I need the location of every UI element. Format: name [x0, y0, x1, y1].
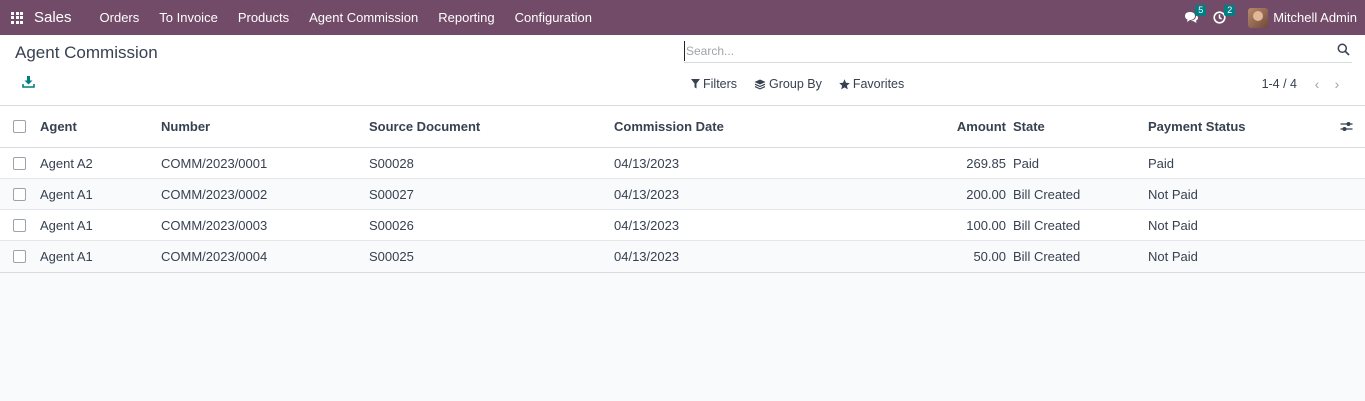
- table-header: Agent Number Source Document Commission …: [0, 106, 1365, 148]
- cell-agent: Agent A1: [40, 186, 93, 202]
- cell-number: COMM/2023/0001: [161, 155, 268, 171]
- column-commission-date[interactable]: Commission Date: [614, 119, 794, 134]
- table-row[interactable]: Agent A1 COMM/2023/0004 S00025 04/13/202…: [0, 241, 1365, 272]
- table-row[interactable]: Agent A1 COMM/2023/0003 S00026 04/13/202…: [0, 210, 1365, 241]
- download-icon: [22, 76, 35, 88]
- menu-configuration[interactable]: Configuration: [505, 0, 602, 35]
- pager: 1-4 / 4 ‹ ›: [1262, 76, 1347, 92]
- filters-button[interactable]: Filters: [691, 77, 737, 91]
- column-amount[interactable]: Amount: [794, 119, 1013, 134]
- search-box: [684, 41, 1352, 63]
- row-checkbox[interactable]: [13, 218, 26, 232]
- apps-menu-icon[interactable]: [0, 0, 34, 35]
- cell-amount: 200.00: [966, 186, 1006, 202]
- cell-payment-status: Not Paid: [1148, 249, 1198, 264]
- commission-list: Agent Number Source Document Commission …: [0, 106, 1365, 273]
- messages-button[interactable]: 5: [1184, 5, 1207, 24]
- row-checkbox[interactable]: [13, 187, 26, 201]
- optional-columns-button[interactable]: [1328, 121, 1365, 132]
- group-by-button[interactable]: Group By: [754, 77, 822, 91]
- cell-amount: 50.00: [973, 249, 1006, 264]
- cell-agent: Agent A2: [40, 155, 93, 171]
- column-source-document[interactable]: Source Document: [369, 119, 614, 134]
- cell-payment-status: Paid: [1148, 155, 1175, 171]
- app-name[interactable]: Sales: [34, 9, 78, 26]
- search-input[interactable]: [684, 41, 1324, 61]
- cell-state: Bill Created: [1013, 249, 1081, 264]
- menu-to-invoice[interactable]: To Invoice: [149, 0, 228, 35]
- user-menu[interactable]: Mitchell Admin: [1248, 7, 1357, 28]
- cell-source-document: S00027: [369, 186, 414, 202]
- favorites-button[interactable]: Favorites: [839, 77, 904, 91]
- filter-icon: [691, 79, 700, 89]
- select-all-checkbox[interactable]: [13, 120, 26, 133]
- export-button[interactable]: [22, 75, 36, 89]
- cell-commission-date: 04/13/2023: [614, 155, 680, 171]
- cell-commission-date: 04/13/2023: [614, 217, 680, 233]
- star-icon: [839, 78, 850, 89]
- cell-source-document: S00028: [369, 155, 414, 171]
- column-number[interactable]: Number: [161, 119, 369, 134]
- cell-source-document: S00026: [369, 217, 414, 233]
- sliders-icon: [1340, 122, 1353, 131]
- favorites-label: Favorites: [852, 77, 905, 91]
- column-agent[interactable]: Agent: [40, 119, 161, 134]
- layers-icon: [754, 79, 766, 90]
- menu-products[interactable]: Products: [228, 0, 299, 35]
- cell-payment-status: Not Paid: [1148, 186, 1198, 202]
- activities-badge: 2: [1224, 5, 1236, 16]
- column-payment-status[interactable]: Payment Status: [1148, 119, 1328, 134]
- table-row[interactable]: Agent A1 COMM/2023/0002 S00027 04/13/202…: [0, 179, 1365, 210]
- pager-value[interactable]: 1-4 / 4: [1262, 77, 1297, 91]
- search-options: Filters Group By Favorites: [691, 77, 921, 91]
- cell-payment-status: Not Paid: [1148, 217, 1198, 233]
- control-panel: Agent Commission Filters Group By: [0, 35, 1365, 106]
- user-name: Mitchell Admin: [1273, 10, 1357, 25]
- row-checkbox[interactable]: [13, 250, 26, 263]
- menu-reporting[interactable]: Reporting: [428, 0, 504, 35]
- menu-orders[interactable]: Orders: [90, 0, 150, 35]
- cell-state: Paid: [1013, 155, 1040, 171]
- avatar: [1248, 7, 1269, 28]
- table-row[interactable]: Agent A2 COMM/2023/0001 S00028 04/13/202…: [0, 148, 1365, 179]
- top-navbar: Sales Orders To Invoice Products Agent C…: [0, 0, 1365, 35]
- search-icon[interactable]: [1337, 43, 1350, 56]
- menu-agent-commission[interactable]: Agent Commission: [299, 0, 428, 35]
- cell-commission-date: 04/13/2023: [614, 249, 680, 264]
- pager-next-icon[interactable]: ›: [1327, 76, 1347, 92]
- column-state[interactable]: State: [1013, 119, 1148, 134]
- cell-commission-date: 04/13/2023: [614, 186, 680, 202]
- messages-badge: 5: [1195, 5, 1207, 16]
- cell-number: COMM/2023/0003: [161, 217, 268, 233]
- group-by-label: Group By: [769, 77, 822, 91]
- cell-agent: Agent A1: [40, 217, 93, 233]
- cell-agent: Agent A1: [40, 249, 93, 264]
- row-checkbox[interactable]: [13, 156, 26, 170]
- cell-amount: 100.00: [966, 217, 1006, 233]
- cell-number: COMM/2023/0004: [161, 249, 268, 264]
- pager-previous-icon[interactable]: ‹: [1307, 76, 1327, 92]
- cell-state: Bill Created: [1013, 186, 1081, 202]
- cell-state: Bill Created: [1013, 217, 1081, 233]
- filters-label: Filters: [703, 77, 738, 91]
- activities-button[interactable]: 2: [1213, 5, 1236, 24]
- cell-number: COMM/2023/0002: [161, 186, 268, 202]
- cell-source-document: S00025: [369, 249, 414, 264]
- cell-amount: 269.85: [966, 155, 1006, 171]
- page-title: Agent Commission: [15, 43, 158, 62]
